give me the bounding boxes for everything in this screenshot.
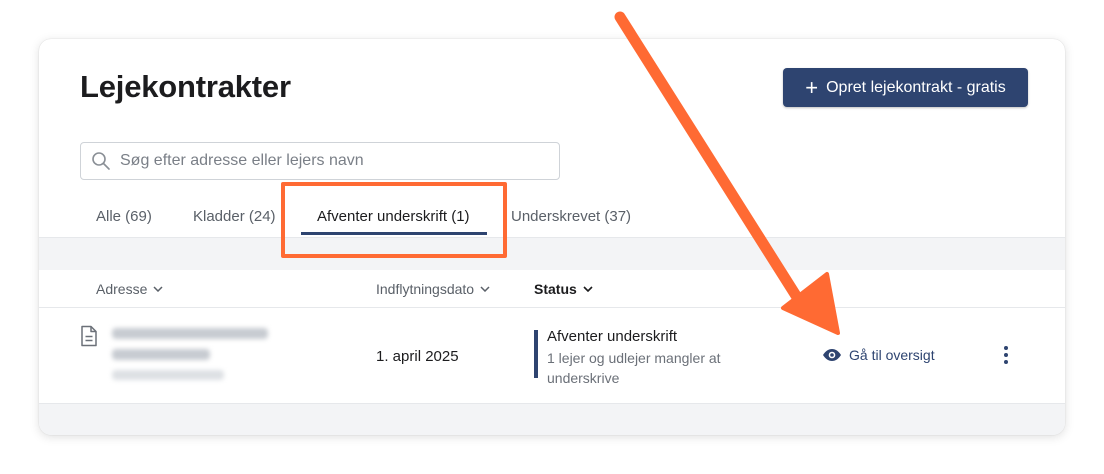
arrow-annotation	[614, 11, 840, 335]
